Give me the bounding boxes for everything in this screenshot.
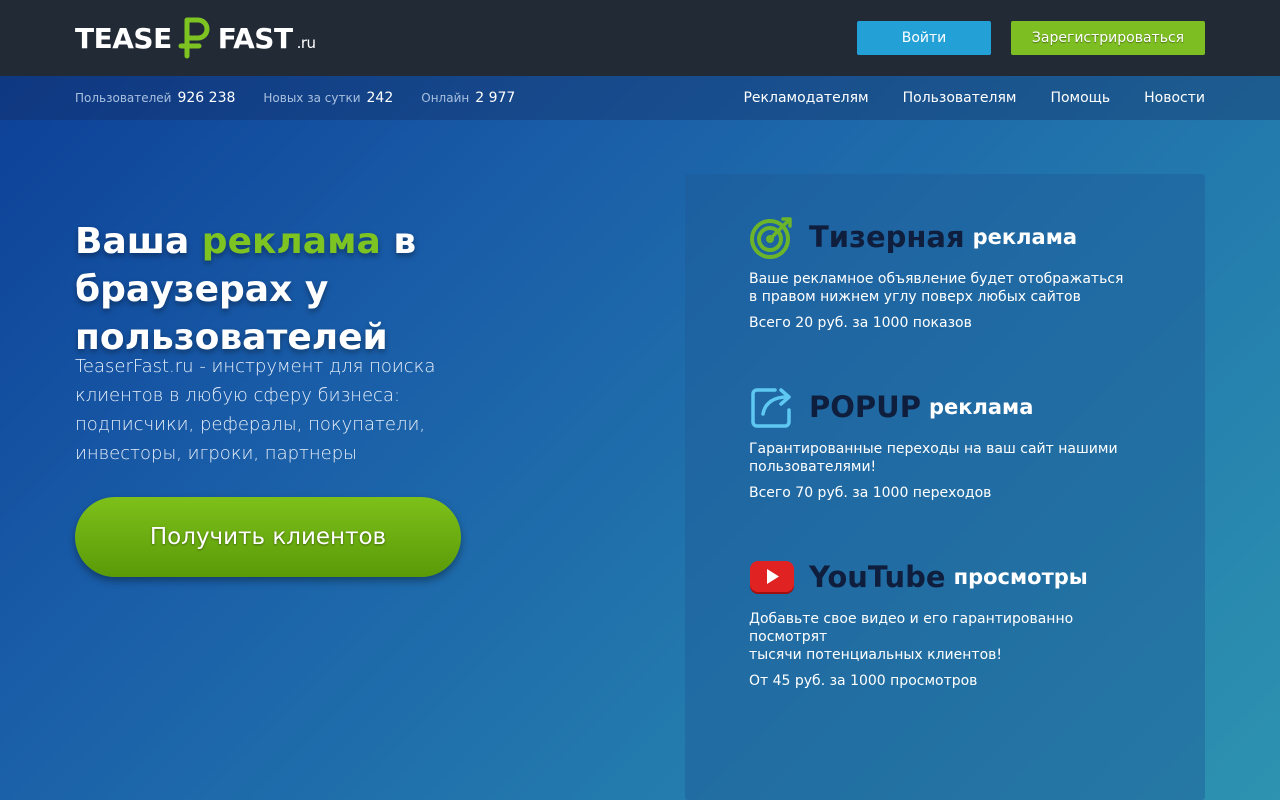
offer-price: Всего 20 руб. за 1000 показов [749,315,972,331]
offer-description: Гарантированные переходы на ваш сайт наш… [749,440,1139,476]
youtube-icon [750,561,794,594]
site-logo[interactable]: TEASE FAST .ru [75,16,316,60]
target-icon [750,217,792,259]
offer-heading: POPUP реклама [749,384,1149,430]
nav-link-advertisers[interactable]: Рекламодателям [743,90,868,106]
offer-description: Ваше рекламное объявление будет отобража… [749,270,1139,306]
stat-users: Пользователей 926 238 [75,90,235,106]
stat-label: Новых за сутки [263,91,361,105]
site-stats: Пользователей 926 238 Новых за сутки 242… [75,76,543,120]
nav-link-users[interactable]: Пользователям [903,90,1017,106]
offer-description-line: пользователями! [749,459,877,475]
offer-price: Всего 70 руб. за 1000 переходов [749,485,992,501]
share-icon [751,388,791,428]
hero-description: TeaserFast.ru - инструмент для поиска кл… [75,356,436,464]
top-bar: TEASE FAST .ru Войти Зарегистрироваться [0,0,1280,76]
stats-bar: Пользователей 926 238 Новых за сутки 242… [0,76,1280,120]
offer-description-line: Добавьте свое видео и его гарантированно… [749,611,1074,645]
stat-label: Пользователей [75,91,172,105]
offer-description: Добавьте свое видео и его гарантированно… [749,610,1139,664]
offer-name: YouTube [809,560,946,594]
offer-heading: YouTube просмотры [749,554,1149,600]
stat-label: Онлайн [421,91,470,105]
nav-link-help[interactable]: Помощь [1050,90,1110,106]
offer-description-line: Гарантированные переходы на ваш сайт наш… [749,441,1118,457]
stat-new-today: Новых за сутки 242 [263,90,393,106]
offer-name: Тизерная [809,220,965,254]
offer-youtube: YouTube просмотры Добавьте свое видео и … [749,554,1149,690]
stat-value: 926 238 [177,90,236,106]
hero-title: Ваша реклама в браузерах у пользователей [75,218,635,362]
offer-description-line: тысячи потенциальных клиентов! [749,647,1002,663]
offer-suffix: реклама [972,225,1078,249]
offer-suffix: реклама [928,395,1034,419]
get-clients-button[interactable]: Получить клиентов [75,497,461,577]
logo-text-tease: TEASE [75,21,172,55]
offer-heading: Тизерная реклама [749,214,1149,260]
offer-name: POPUP [809,390,921,424]
main-nav: Рекламодателям Пользователям Помощь Ново… [709,76,1205,120]
hero-title-accent: реклама [201,221,381,262]
login-button[interactable]: Войти [857,21,991,55]
ruble-icon [178,17,210,59]
logo-tld: .ru [296,34,316,52]
offer-description-line: в правом нижнем углу поверх любых сайтов [749,289,1081,305]
register-button[interactable]: Зарегистрироваться [1011,21,1205,55]
logo-text-fast: FAST [217,21,293,55]
nav-link-news[interactable]: Новости [1144,90,1205,106]
offer-popup: POPUP реклама Гарантированные переходы н… [749,384,1149,502]
stat-online: Онлайн 2 977 [421,90,515,106]
offer-description-line: Ваше рекламное объявление будет отобража… [749,271,1124,287]
offer-teaser: Тизерная реклама Ваше рекламное объявлен… [749,214,1149,332]
hero-title-start: Ваша [75,221,202,262]
stat-value: 2 977 [475,90,516,106]
stat-value: 242 [366,90,394,106]
offer-suffix: просмотры [953,565,1088,589]
offer-price: От 45 руб. за 1000 просмотров [749,673,978,689]
offers-panel: Тизерная реклама Ваше рекламное объявлен… [685,174,1205,800]
